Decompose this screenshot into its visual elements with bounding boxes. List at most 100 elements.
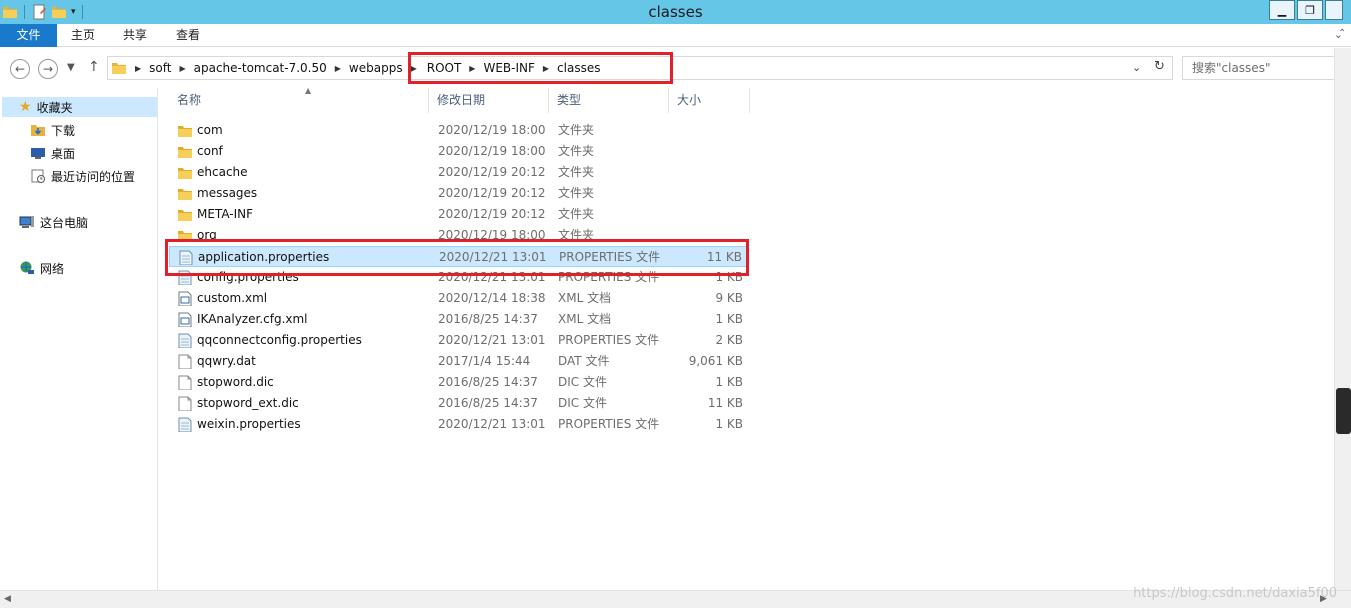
file-row[interactable]: com 2020/12/19 18:00 文件夹 — [169, 120, 747, 141]
nav-this-pc[interactable]: 这台电脑 — [19, 212, 88, 232]
file-icon — [178, 396, 192, 411]
xml-file-icon — [178, 312, 192, 327]
file-name[interactable]: META-INF — [197, 204, 253, 225]
tab-view[interactable]: 查看 — [162, 24, 214, 47]
folder-icon — [112, 63, 126, 74]
recent-locations-button[interactable]: ▼ — [67, 62, 75, 73]
download-folder-icon — [31, 125, 45, 136]
forward-button[interactable]: → — [38, 59, 58, 79]
breadcrumb-tomcat[interactable]: apache-tomcat-7.0.50 — [188, 61, 333, 75]
search-input[interactable]: 搜索"classes" — [1182, 56, 1342, 80]
breadcrumb-arrow-icon[interactable]: ▶ — [333, 64, 343, 73]
file-name[interactable]: com — [197, 120, 223, 141]
restore-icon: ❐ — [1305, 3, 1315, 17]
refresh-icon[interactable]: ↻ — [1154, 59, 1165, 74]
nav-downloads[interactable]: 下载 — [30, 120, 75, 140]
file-size: 11 KB — [707, 396, 743, 410]
minimize-button[interactable]: ▁ — [1269, 0, 1295, 20]
file-type: 文件夹 — [558, 144, 595, 158]
column-header-type[interactable]: 类型 — [549, 88, 669, 113]
file-row[interactable]: stopword.dic 2016/8/25 14:37 DIC 文件 1 KB — [169, 372, 747, 393]
scroll-left-icon[interactable]: ◀ — [4, 594, 11, 604]
file-row[interactable]: messages 2020/12/19 20:12 文件夹 — [169, 183, 747, 204]
title-bar: ▾ classes ▁ ❐ — [0, 0, 1351, 24]
file-row[interactable]: custom.xml 2020/12/14 18:38 XML 文档 9 KB — [169, 288, 747, 309]
file-date: 2017/1/4 15:44 — [438, 354, 531, 368]
scroll-up-icon[interactable]: ⌃ — [1338, 28, 1346, 39]
file-name[interactable]: conf — [197, 141, 223, 162]
file-name[interactable]: qqconnectconfig.properties — [197, 330, 362, 351]
file-name[interactable]: messages — [197, 183, 257, 204]
file-type: 文件夹 — [558, 123, 595, 137]
nav-favorites-label: 收藏夹 — [36, 100, 73, 115]
star-icon: ★ — [19, 99, 32, 115]
file-list: ▲ 名称 修改日期 类型 大小 com 2020/12/19 18:00 文件夹 co… — [159, 86, 1334, 590]
file-name[interactable]: qqwry.dat — [197, 351, 256, 372]
file-size: 1 KB — [715, 312, 743, 326]
file-name[interactable]: stopword_ext.dic — [197, 393, 299, 414]
file-row[interactable]: conf 2020/12/19 18:00 文件夹 — [169, 141, 747, 162]
computer-icon — [19, 216, 34, 228]
nav-network[interactable]: 网络 — [19, 258, 64, 278]
nav-recent[interactable]: 最近访问的位置 — [30, 166, 135, 186]
tab-home[interactable]: 主页 — [57, 24, 109, 47]
restore-button[interactable]: ❐ — [1297, 0, 1323, 20]
navigation-pane: ★ 收藏夹 下载 桌面 最近访问的位置 这台电脑 网络 — [0, 88, 158, 590]
column-header-date[interactable]: 修改日期 — [429, 88, 549, 113]
arrow-left-icon: ← — [14, 62, 26, 76]
folder-icon — [178, 189, 192, 200]
file-size: 1 KB — [715, 417, 743, 431]
file-size: 9 KB — [715, 291, 743, 305]
file-size: 1 KB — [715, 375, 743, 389]
file-type: 文件夹 — [558, 207, 595, 221]
file-date: 2020/12/19 20:12 — [438, 186, 546, 200]
watermark: https://blog.csdn.net/daxia5f00 — [1133, 586, 1337, 601]
file-size: 9,061 KB — [688, 354, 743, 368]
file-row[interactable]: qqconnectconfig.properties 2020/12/21 13:… — [169, 330, 747, 351]
nav-desktop[interactable]: 桌面 — [30, 143, 75, 163]
file-row[interactable]: META-INF 2020/12/19 20:12 文件夹 — [169, 204, 747, 225]
file-row[interactable]: IKAnalyzer.cfg.xml 2016/8/25 14:37 XML 文档 1… — [169, 309, 747, 330]
nav-favorites[interactable]: ★ 收藏夹 — [2, 97, 157, 117]
highlight-box-file — [165, 239, 749, 276]
close-button[interactable] — [1325, 0, 1343, 20]
column-header-name[interactable]: 名称 — [169, 88, 429, 113]
tab-file[interactable]: 文件 — [0, 24, 57, 47]
up-button[interactable]: ↑ — [88, 59, 100, 75]
file-date: 2020/12/19 18:00 — [438, 123, 546, 137]
file-row[interactable]: stopword_ext.dic 2016/8/25 14:37 DIC 文件 11 … — [169, 393, 747, 414]
file-row[interactable]: weixin.properties 2020/12/21 13:01 PROPERT… — [169, 414, 747, 435]
breadcrumb-arrow-icon[interactable]: ▶ — [127, 64, 143, 73]
file-type: DAT 文件 — [558, 354, 610, 368]
address-row: ← → ▼ ↑ ▶ soft ▶ apache-tomcat-7.0.50 ▶ … — [0, 48, 1351, 88]
file-name[interactable]: IKAnalyzer.cfg.xml — [197, 309, 308, 330]
properties-file-icon — [178, 417, 192, 432]
file-size: 2 KB — [715, 333, 743, 347]
breadcrumb-soft[interactable]: soft — [143, 61, 177, 75]
nav-recent-label: 最近访问的位置 — [51, 169, 136, 184]
breadcrumb-webapps[interactable]: webapps — [343, 61, 409, 75]
highlight-box-address — [408, 52, 673, 84]
address-history-chevron-icon[interactable]: ⌄ — [1132, 61, 1141, 74]
file-name[interactable]: custom.xml — [197, 288, 267, 309]
vertical-scroll-thumb[interactable] — [1336, 388, 1351, 434]
file-name[interactable]: ehcache — [197, 162, 248, 183]
nav-this-pc-label: 这台电脑 — [40, 215, 89, 230]
file-date: 2020/12/21 13:01 — [438, 333, 546, 347]
file-type: DIC 文件 — [558, 396, 607, 410]
vertical-scrollbar[interactable]: ⌃ — [1334, 28, 1351, 590]
folder-icon — [178, 126, 192, 137]
tab-share[interactable]: 共享 — [109, 24, 161, 47]
xml-file-icon — [178, 291, 192, 306]
file-name[interactable]: weixin.properties — [197, 414, 301, 435]
column-header-size[interactable]: 大小 — [669, 88, 750, 113]
file-icon — [178, 354, 192, 369]
file-icon — [178, 375, 192, 390]
back-button[interactable]: ← — [10, 59, 30, 79]
properties-file-icon — [178, 333, 192, 348]
file-row[interactable]: qqwry.dat 2017/1/4 15:44 DAT 文件 9,061 KB — [169, 351, 747, 372]
file-row[interactable]: ehcache 2020/12/19 20:12 文件夹 — [169, 162, 747, 183]
desktop-icon — [31, 148, 45, 159]
breadcrumb-arrow-icon[interactable]: ▶ — [177, 64, 187, 73]
file-name[interactable]: stopword.dic — [197, 372, 274, 393]
